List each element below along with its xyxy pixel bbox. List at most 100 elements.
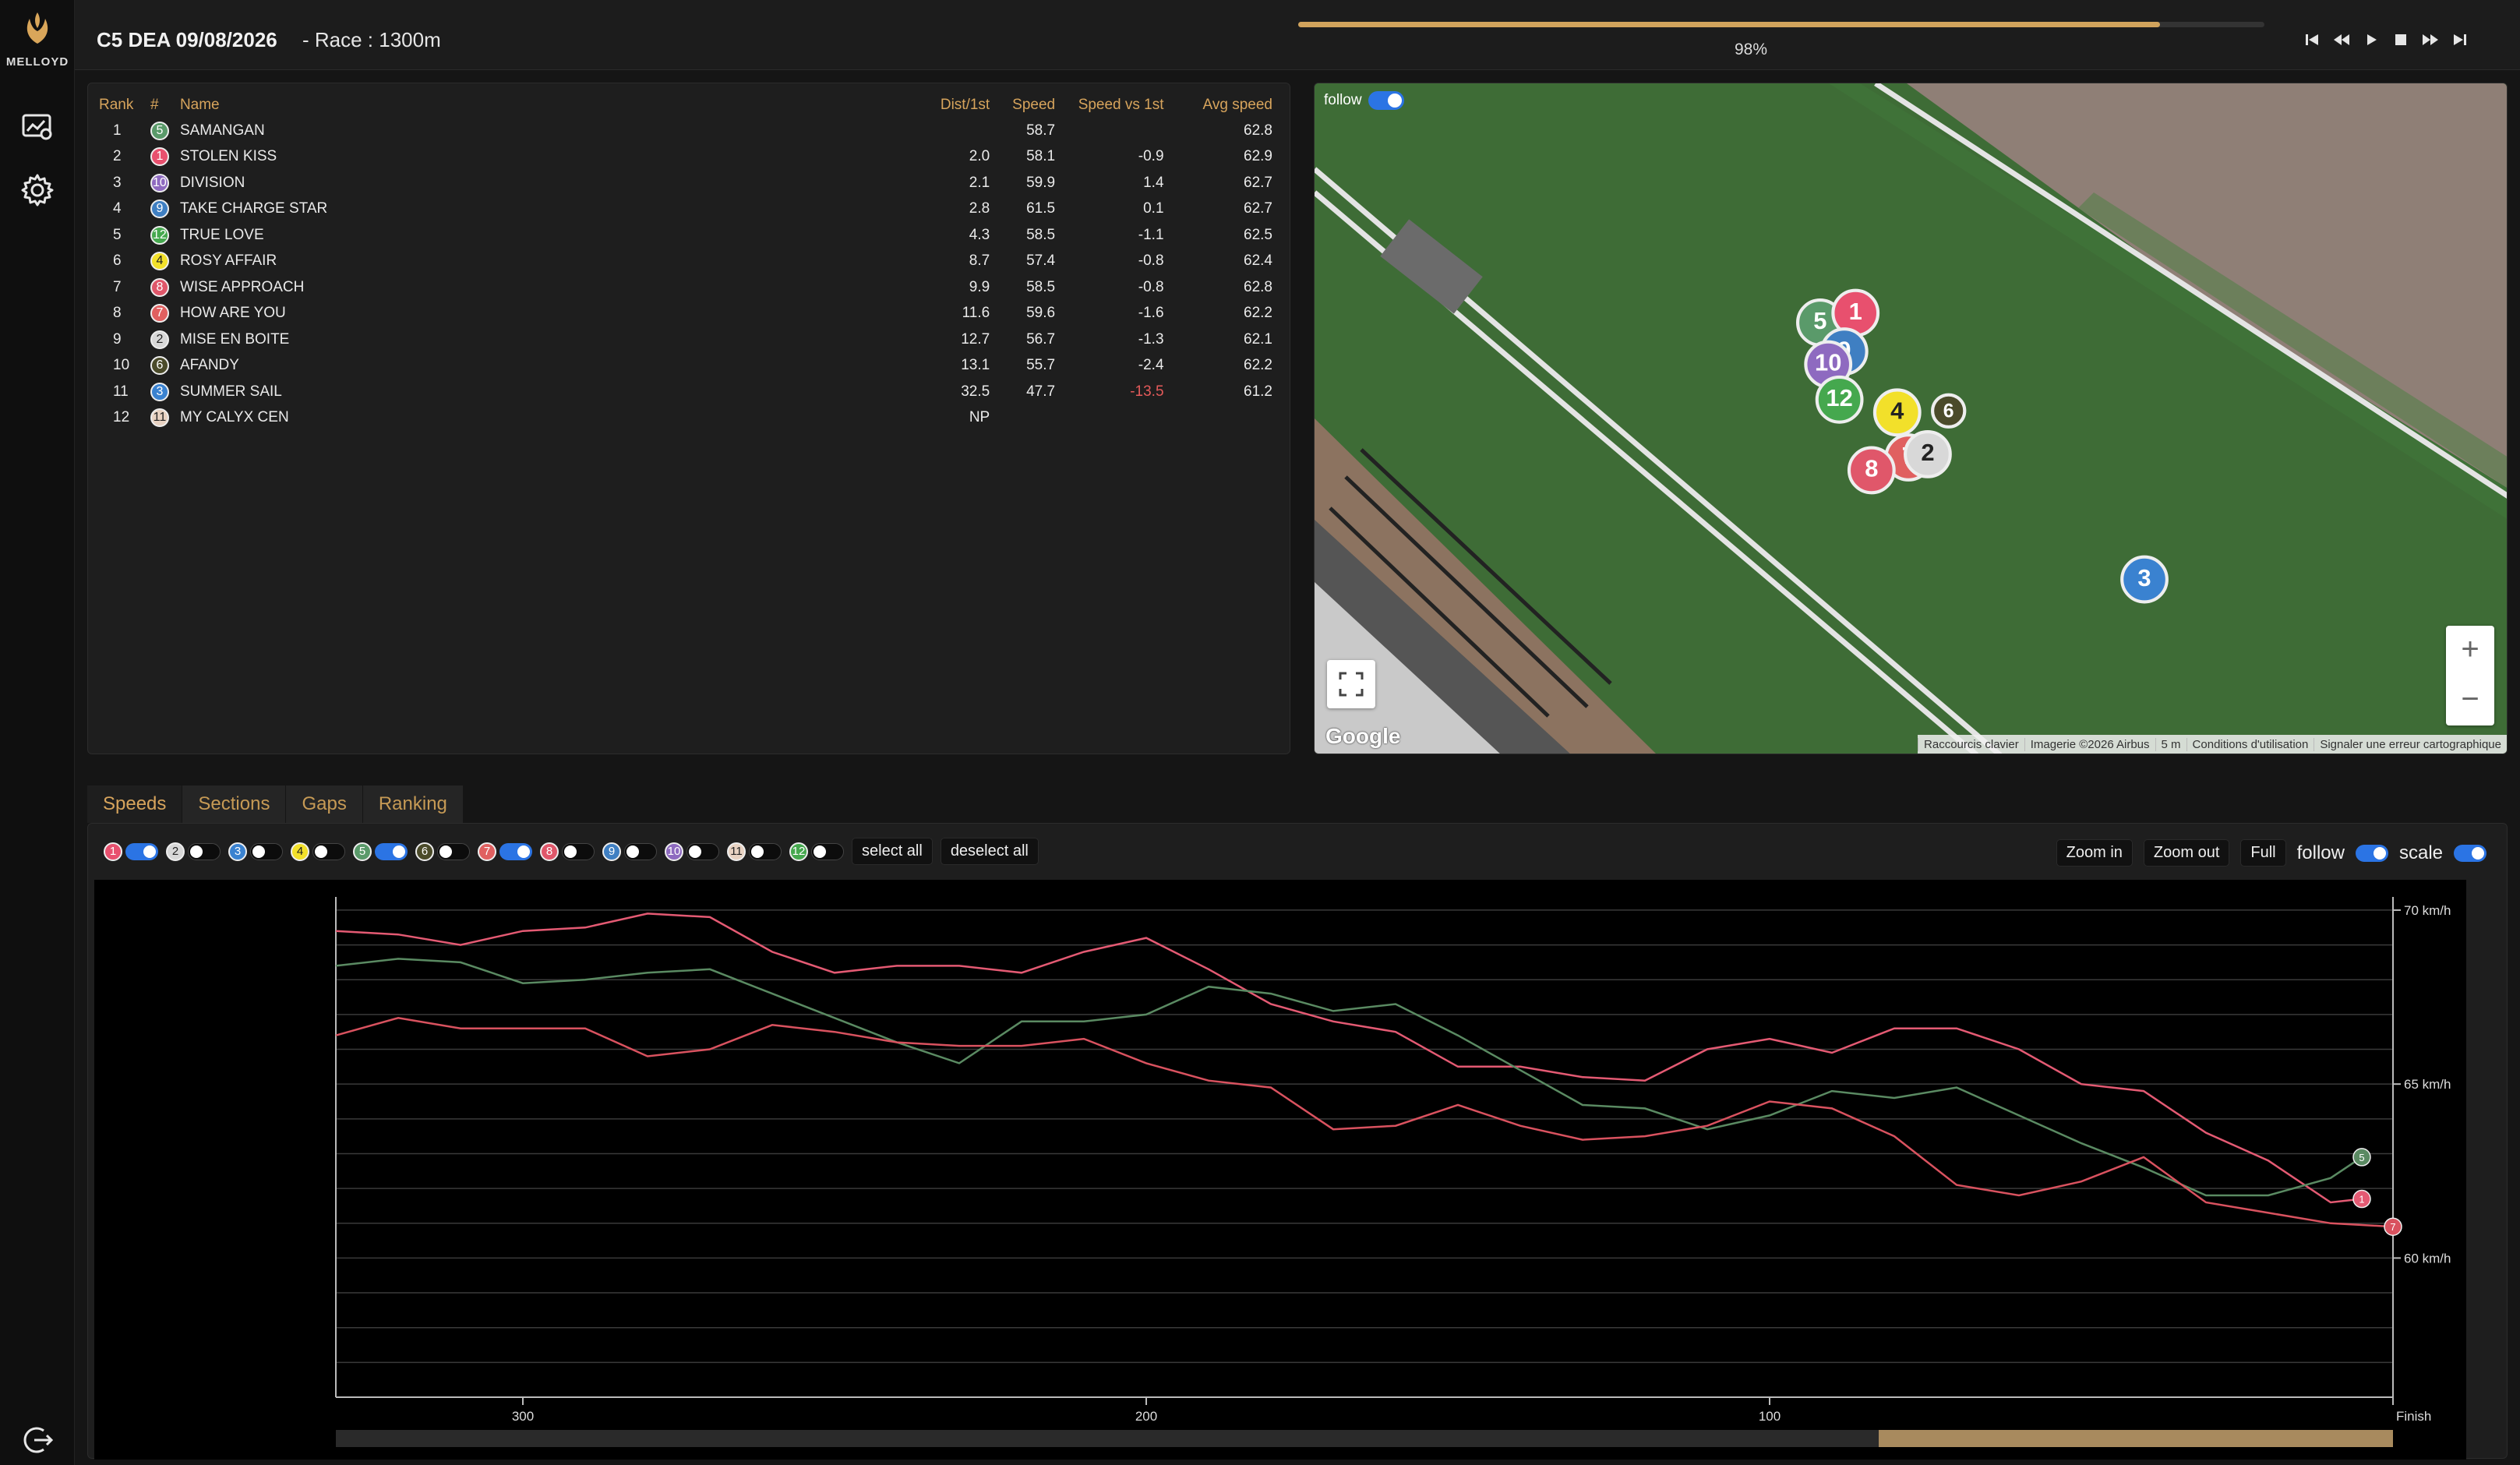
table-row[interactable]: 11 3 SUMMER SAIL 32.5 47.7 -13.5 61.2 (99, 379, 1283, 405)
speed-series-line (335, 913, 2363, 1204)
map-zoom-in-button[interactable]: + (2446, 626, 2494, 676)
table-row[interactable]: 2 1 STOLEN KISS 2.0 58.1 -0.9 62.9 (99, 144, 1283, 171)
horse-filter-toggle[interactable] (624, 842, 657, 860)
brand-logo[interactable]: MELLOYD (0, 9, 75, 69)
horse-map-marker[interactable]: 12 (1815, 375, 1864, 424)
table-row[interactable]: 9 2 MISE EN BOITE 12.7 56.7 -1.3 62.1 (99, 327, 1283, 353)
play-icon[interactable] (2363, 31, 2380, 48)
horse-badge-cell: 10 (150, 170, 180, 196)
table-row[interactable]: 7 8 WISE APPROACH 9.9 58.5 -0.8 62.8 (99, 274, 1283, 301)
horse-filter-badge: 3 (228, 842, 247, 861)
race-progress-fill (1298, 22, 2160, 27)
horse-filter-toggle[interactable] (188, 842, 221, 860)
attrib-report[interactable]: Signaler une erreur cartographique (2314, 737, 2507, 751)
table-row[interactable]: 8 7 HOW ARE YOU 11.6 59.6 -1.6 62.2 (99, 301, 1283, 327)
attrib-shortcuts[interactable]: Raccourcis clavier (1918, 737, 2024, 751)
horse-map-marker[interactable]: 2 (1904, 429, 1952, 478)
horse-filter-row: 1 2 3 4 5 6 7 8 9 10 11 12 select all deselect all (104, 838, 1039, 865)
horse-filter-toggle[interactable] (312, 842, 345, 860)
rank-cell: 9 (113, 330, 122, 348)
horse-filter-toggle[interactable] (250, 842, 283, 860)
horse-filter-toggle[interactable] (375, 842, 408, 860)
table-row[interactable]: 5 12 TRUE LOVE 4.3 58.5 -1.1 62.5 (99, 222, 1283, 249)
tab-sections[interactable]: Sections (182, 785, 287, 823)
horse-filter: 8 (540, 842, 595, 861)
fullscreen-icon (1339, 672, 1364, 697)
tab-speeds[interactable]: Speeds (87, 785, 183, 823)
tab-gaps[interactable]: Gaps (286, 785, 363, 823)
horse-map-marker[interactable]: 4 (1872, 388, 1922, 437)
chart-scale-label: scale (2398, 842, 2443, 863)
horse-map-marker[interactable]: 6 (1931, 393, 1967, 429)
logout-icon[interactable] (20, 1423, 55, 1457)
fullscreen-button[interactable] (1327, 660, 1375, 708)
gear-icon[interactable] (20, 173, 55, 207)
skip-end-icon[interactable] (2451, 31, 2469, 48)
dist-cell: 8.7 (969, 252, 990, 270)
dist-cell: NP (969, 409, 990, 426)
horse-filter-toggle[interactable] (562, 842, 595, 860)
speed-chart[interactable]: 70 km/h 65 km/h 60 km/h 300 200 100 Finish 1 5 7 (94, 880, 2466, 1460)
horse-filter-toggle[interactable] (749, 842, 782, 860)
table-row[interactable]: 10 6 AFANDY 13.1 55.7 -2.4 62.2 (99, 353, 1283, 379)
table-row[interactable]: 12 11 MY CALYX CEN NP (99, 405, 1283, 432)
rewind-icon[interactable] (2333, 31, 2350, 48)
full-button[interactable]: Full (2240, 839, 2286, 867)
table-row[interactable]: 6 4 ROSY AFFAIR 8.7 57.4 -0.8 62.4 (99, 249, 1283, 275)
fast-forward-icon[interactable] (2422, 31, 2439, 48)
table-row[interactable]: 3 10 DIVISION 2.1 59.9 1.4 62.7 (99, 170, 1283, 196)
col-speed-vs-1st-header[interactable]: Speed vs 1st (1066, 93, 1174, 118)
select-all-button[interactable]: select all (852, 838, 933, 865)
avg-speed-cell: 62.5 (1244, 226, 1272, 243)
attrib-scale[interactable]: 5 m (2155, 737, 2186, 751)
dist-cell: 12.7 (961, 330, 990, 348)
col-speed-header[interactable]: Speed (1001, 93, 1066, 118)
skip-start-icon[interactable] (2303, 31, 2321, 48)
stop-icon[interactable] (2392, 31, 2409, 48)
zoom-in-button[interactable]: Zoom in (2056, 839, 2133, 867)
avg-speed-cell: 62.2 (1244, 357, 1272, 374)
rank-cell: 8 (113, 305, 122, 322)
deselect-all-button[interactable]: deselect all (940, 838, 1039, 865)
col-dist-header[interactable]: Dist/1st (915, 93, 1001, 118)
rank-cell: 4 (113, 200, 122, 217)
table-row[interactable]: 4 9 TAKE CHARGE STAR 2.8 61.5 0.1 62.7 (99, 196, 1283, 223)
map-follow-toggle[interactable] (1368, 91, 1404, 110)
monitor-icon[interactable] (20, 111, 55, 145)
rank-cell: 11 (113, 383, 129, 400)
y-tick-label: 70 km/h (2404, 903, 2451, 918)
race-progress-bar[interactable] (1298, 22, 2264, 27)
horse-filter-badge: 8 (540, 842, 559, 861)
zoom-out-button[interactable]: Zoom out (2143, 839, 2230, 867)
table-row[interactable]: 1 5 SAMANGAN 58.7 62.8 (99, 118, 1283, 144)
chart-follow-toggle[interactable] (2355, 844, 2388, 862)
col-avg-speed-header[interactable]: Avg speed (1175, 93, 1283, 118)
col-name-header[interactable]: Name (180, 93, 916, 118)
map-zoom-out-button[interactable]: − (2446, 676, 2494, 725)
horse-name-cell: STOLEN KISS (179, 148, 277, 165)
horse-filter-toggle[interactable] (125, 842, 158, 860)
speed-chart-area[interactable]: 70 km/h 65 km/h 60 km/h 300 200 100 Finish 1 5 7 (94, 880, 2466, 1460)
dist-cell: 32.5 (961, 383, 990, 400)
col-num-header[interactable]: # (150, 93, 180, 118)
attrib-terms[interactable]: Conditions d'utilisation (2186, 737, 2314, 751)
x-tick-label: 100 (1759, 1409, 1781, 1424)
rank-cell: 12 (113, 409, 130, 426)
series-end-marker-label: 5 (2359, 1152, 2364, 1163)
horse-filter-toggle[interactable] (499, 842, 532, 860)
tab-ranking[interactable]: Ranking (362, 785, 464, 823)
avg-speed-cell: 62.2 (1244, 305, 1272, 322)
horse-filter-toggle[interactable] (811, 842, 844, 860)
horse-map-marker[interactable]: 8 (1847, 446, 1896, 495)
col-rank-header[interactable]: Rank (99, 93, 150, 118)
avg-speed-cell: 62.8 (1244, 122, 1272, 139)
avg-speed-cell: 62.8 (1244, 278, 1272, 295)
horse-filter-toggle[interactable] (437, 842, 470, 860)
horse-filter-badge: 12 (789, 842, 808, 861)
horse-number-badge: 11 (150, 408, 169, 428)
map-panel[interactable]: follow 5191012467283 + − Google Raccourc… (1314, 83, 2508, 754)
chart-scale-toggle[interactable] (2454, 844, 2486, 862)
speed-vs-1st-cell: -0.8 (1138, 252, 1164, 270)
horse-map-marker[interactable]: 3 (2120, 555, 2169, 604)
horse-filter-toggle[interactable] (686, 842, 719, 860)
